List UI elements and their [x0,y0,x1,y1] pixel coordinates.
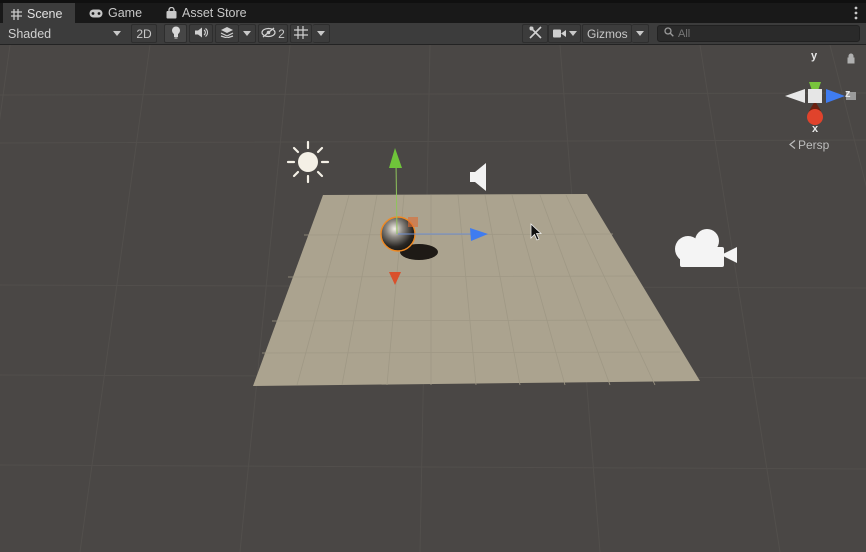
gizmos-dropdown[interactable] [632,24,649,43]
toggle-2d-button[interactable]: 2D [131,24,157,43]
projection-toggle[interactable]: Persp [789,138,829,152]
tools-icon [528,25,542,42]
search-field[interactable] [657,25,860,42]
chevron-down-icon [636,31,644,36]
gizmo-center-cube [808,89,822,103]
chevron-down-icon [568,31,577,36]
audio-toggle[interactable] [189,24,213,43]
grid-toggle[interactable] [290,24,312,43]
chevron-down-icon [243,31,251,36]
scene-viewport[interactable]: y z x Persp [0,45,866,552]
lock-icon [847,53,855,64]
hidden-objects-toggle[interactable]: 2 [258,24,288,43]
layers-effects-icon [220,26,234,41]
chevron-down-icon [317,31,325,36]
lighting-toggle[interactable] [164,24,187,43]
projection-label: Persp [798,138,830,152]
chevron-down-icon [113,31,121,36]
eye-slash-icon [261,26,276,41]
tab-asset-store[interactable]: Asset Store [158,3,258,23]
tab-game[interactable]: Game [81,3,155,23]
gamepad-icon [89,9,103,18]
plane-handle [408,217,418,227]
chevron-left-icon [789,138,796,152]
grid-snap-icon [294,25,308,42]
draw-mode-value: Shaded [8,26,52,41]
gizmo-x-label: x [812,123,819,135]
speaker-icon [194,27,208,41]
tab-game-label: Game [108,6,143,20]
tab-scene[interactable]: Scene [3,3,75,23]
effects-toggle[interactable] [215,24,239,43]
lightbulb-icon [171,26,181,42]
draw-mode-dropdown[interactable]: Shaded [0,24,127,43]
video-camera-icon [552,27,566,41]
tab-bar: Scene Game Asset Store [0,0,866,23]
gizmo-z-label: z [845,88,851,100]
gizmos-label: Gizmos [587,26,628,41]
gizmo-y-label: y [811,50,818,62]
search-input[interactable] [678,27,848,40]
more-options-icon[interactable] [854,6,858,20]
shopping-bag-icon [166,7,177,19]
scene-canvas[interactable] [0,45,866,552]
tools-toggle[interactable] [522,24,548,43]
tab-scene-label: Scene [27,7,63,21]
camera-settings-dropdown[interactable] [548,24,581,43]
grid-dropdown[interactable] [313,24,330,43]
search-icon [664,27,674,40]
tab-asset-store-label: Asset Store [182,6,247,20]
effects-dropdown[interactable] [239,24,256,43]
hidden-count: 2 [278,26,285,41]
scene-toolbar: Shaded 2D 2 Gizmos All [0,23,866,45]
grid-icon [11,8,22,20]
gizmos-button[interactable]: Gizmos [582,24,632,43]
directional-light-icon[interactable] [286,140,330,184]
toggle-2d-label: 2D [136,26,152,41]
